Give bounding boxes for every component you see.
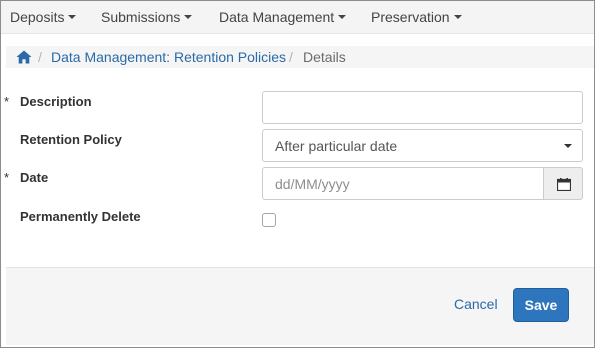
- breadcrumb: / Data Management: Retention Policies / …: [6, 46, 594, 68]
- required-marker: *: [4, 170, 10, 185]
- date-label: Date: [20, 170, 49, 185]
- chevron-down-icon: [68, 15, 77, 20]
- chevron-down-icon: [453, 15, 462, 20]
- calendar-button[interactable]: [543, 167, 583, 200]
- permanently-delete-label: Permanently Delete: [20, 209, 141, 224]
- chevron-down-icon: [338, 15, 347, 20]
- nav-submissions[interactable]: Submissions: [101, 1, 193, 34]
- calendar-icon: [557, 178, 571, 191]
- chevron-down-icon: [184, 15, 193, 20]
- nav-submissions-label: Submissions: [101, 9, 181, 25]
- required-marker: *: [4, 94, 10, 109]
- nav-preservation-label: Preservation: [371, 9, 450, 25]
- description-label: Description: [20, 94, 92, 109]
- breadcrumb-separator: /: [38, 49, 42, 65]
- nav-data-management-label: Data Management: [219, 9, 335, 25]
- breadcrumb-current: Details: [303, 49, 346, 65]
- retention-policy-value: After particular date: [275, 138, 398, 154]
- date-input[interactable]: [262, 167, 544, 200]
- nav-data-management[interactable]: Data Management: [219, 1, 347, 34]
- save-button[interactable]: Save: [513, 288, 569, 322]
- form-footer: [6, 267, 594, 345]
- dialog-frame: Deposits Submissions Data Management Pre…: [0, 0, 595, 348]
- permanently-delete-checkbox[interactable]: [262, 213, 276, 227]
- home-icon[interactable]: [16, 50, 32, 64]
- breadcrumb-link-retention-policies[interactable]: Data Management: Retention Policies: [51, 46, 286, 68]
- nav-deposits-label: Deposits: [10, 9, 65, 25]
- cancel-link[interactable]: Cancel: [454, 296, 498, 312]
- chevron-down-icon: [564, 144, 572, 148]
- description-input[interactable]: [262, 91, 583, 124]
- breadcrumb-separator: /: [289, 49, 293, 65]
- nav-preservation[interactable]: Preservation: [371, 1, 462, 34]
- retention-policy-select[interactable]: After particular date: [262, 129, 583, 162]
- nav-deposits[interactable]: Deposits: [10, 1, 77, 34]
- top-navigation: Deposits Submissions Data Management Pre…: [1, 1, 594, 34]
- retention-policy-label: Retention Policy: [20, 132, 122, 147]
